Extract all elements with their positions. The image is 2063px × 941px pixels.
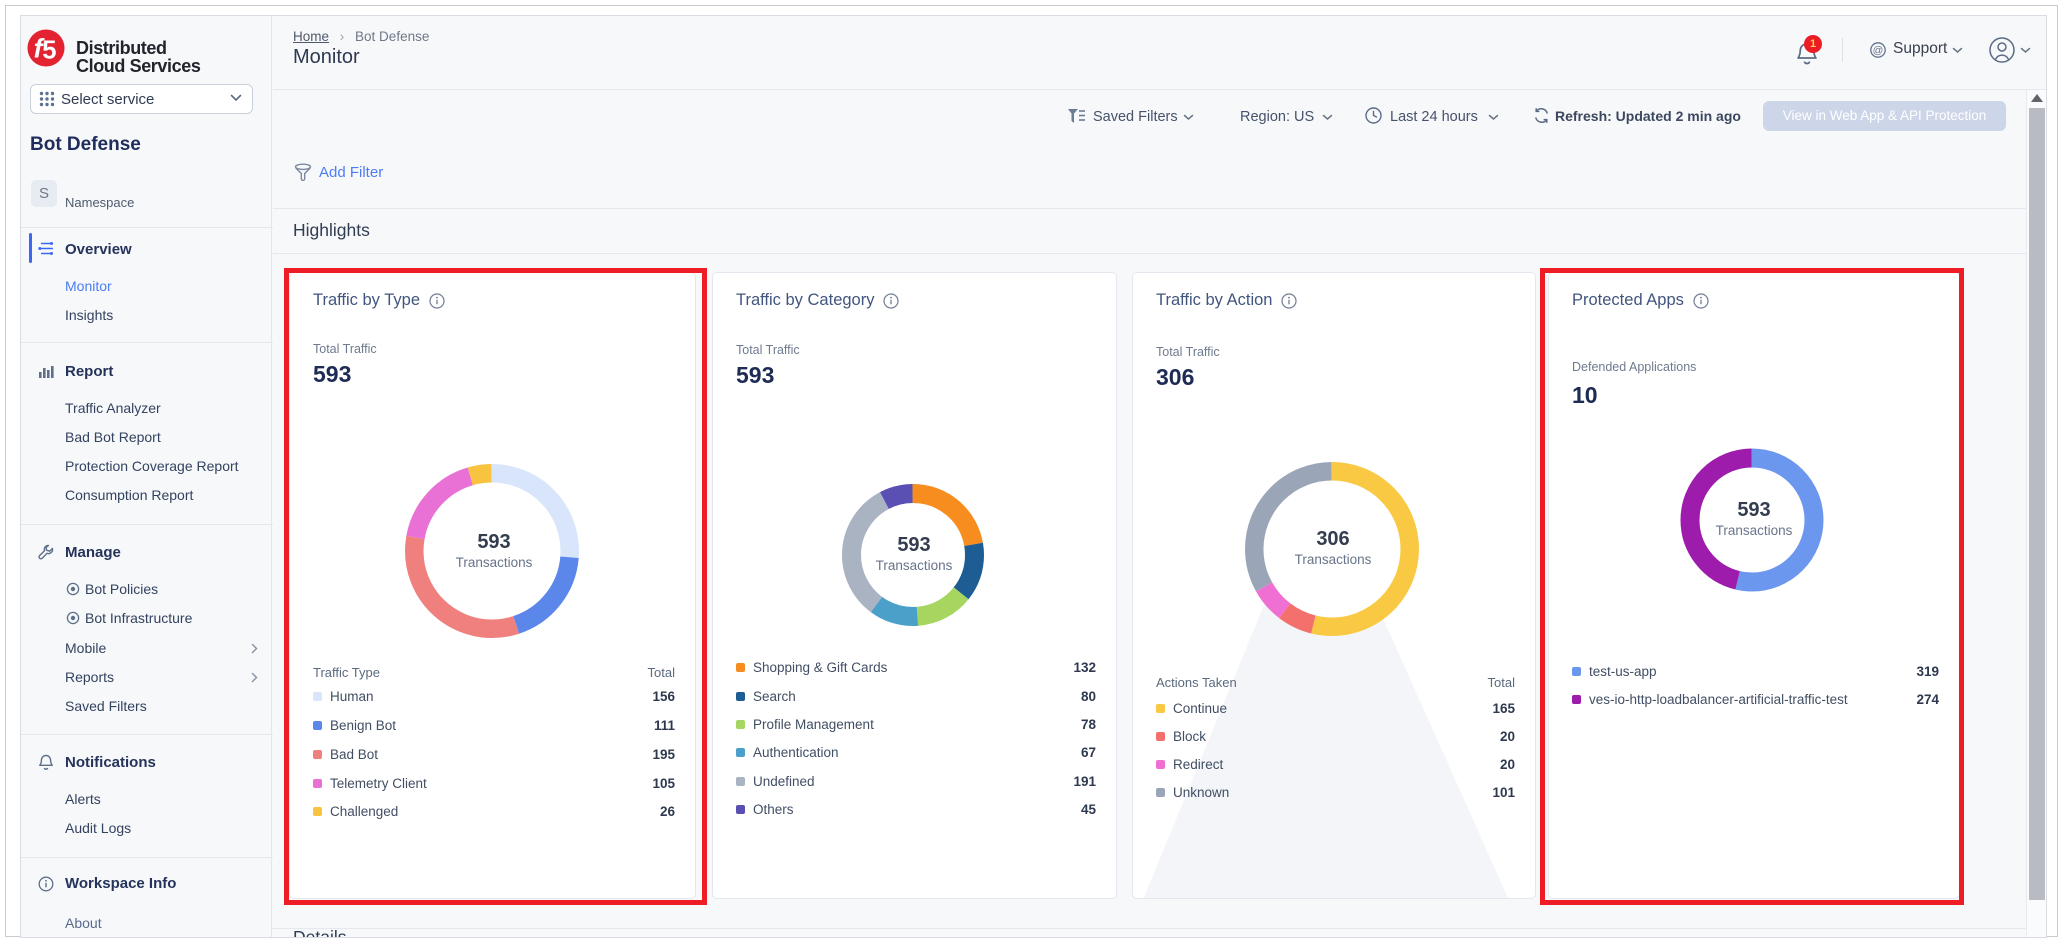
svg-text:@: @ (1873, 45, 1884, 57)
svg-text:5: 5 (42, 36, 56, 64)
